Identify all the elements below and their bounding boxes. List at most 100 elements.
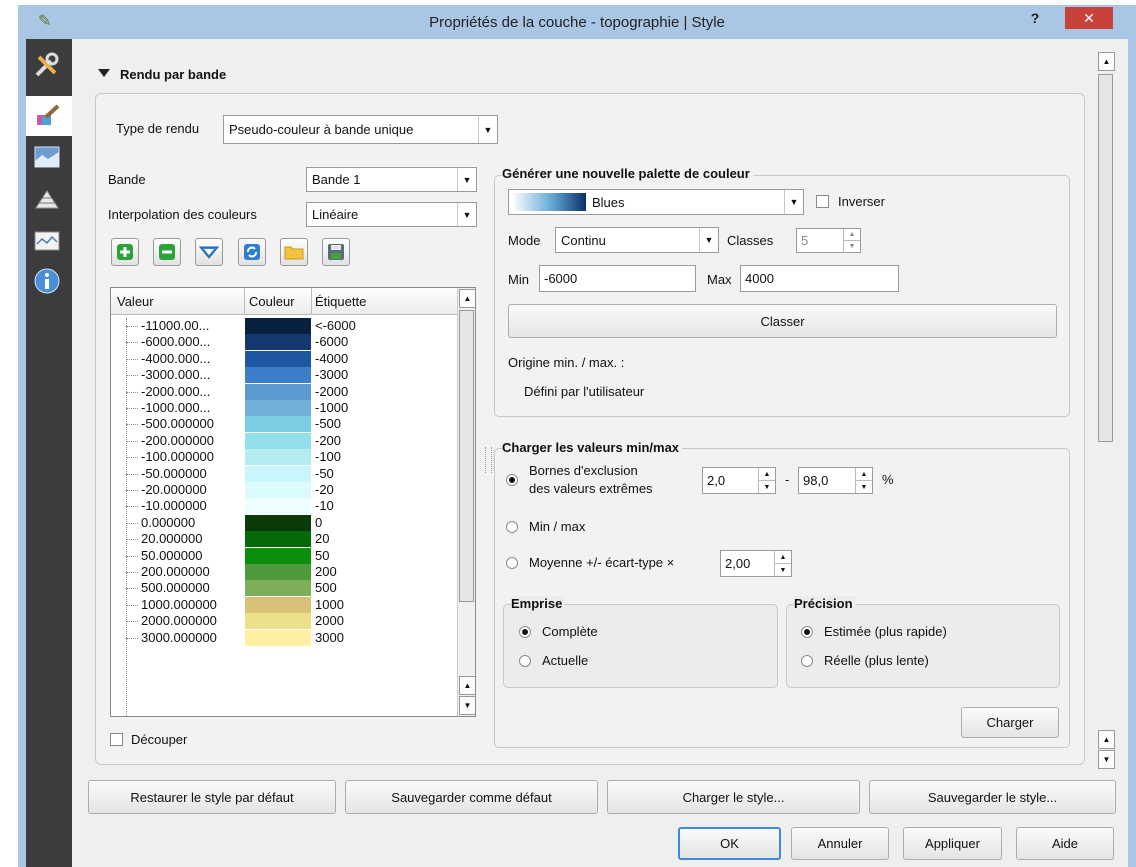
row-color-swatch[interactable] [245,531,311,548]
load-style-button[interactable]: Charger le style... [607,780,860,814]
load-classes-button[interactable] [195,238,223,266]
row-color-swatch[interactable] [245,383,311,400]
row-color-swatch[interactable] [245,400,311,416]
row-color-swatch[interactable] [245,432,311,449]
restore-default-style-button[interactable]: Restaurer le style par défaut [88,780,336,814]
row-color-swatch[interactable] [245,449,311,466]
spin-up-icon[interactable]: ▲ [759,468,775,480]
min-input[interactable]: -6000 [539,265,696,292]
spin-down-icon[interactable]: ▼ [844,240,860,252]
table-row[interactable]: -3000.000... -3000 [111,367,457,384]
accuracy-estimate-radio[interactable] [801,626,813,638]
remove-class-button[interactable] [153,238,181,266]
help-title-button[interactable]: ? [1023,10,1047,30]
spin-down-icon[interactable]: ▼ [856,480,872,493]
scroll-thumb[interactable] [1098,74,1113,442]
save-style-button[interactable]: Sauvegarder le style... [869,780,1116,814]
spin-up-icon[interactable]: ▲ [775,551,791,563]
table-row[interactable]: 0.000000 0 [111,514,457,531]
table-row[interactable]: 2000.000000 2000 [111,613,457,630]
scroll-thumb[interactable] [459,310,474,602]
row-color-swatch[interactable] [245,547,311,564]
table-row[interactable]: 500.000000 500 [111,580,457,597]
column-header-label[interactable]: Étiquette [315,294,366,309]
row-color-swatch[interactable] [245,367,311,384]
row-color-swatch[interactable] [245,482,311,498]
load-minmax-button[interactable]: Charger [961,707,1059,738]
mean-stddev-radio[interactable] [506,557,518,569]
table-row[interactable]: 3000.000000 3000 [111,629,457,646]
table-row[interactable]: -100.000000 -100 [111,449,457,466]
table-row[interactable]: -50.000000 -50 [111,465,457,482]
render-type-select[interactable]: Pseudo-couleur à bande unique ▼ [223,115,498,144]
open-file-button[interactable] [280,238,308,266]
row-color-swatch[interactable] [245,514,311,531]
table-row[interactable]: -6000.000... -6000 [111,334,457,351]
help-button[interactable]: Aide [1016,827,1114,860]
scroll-up-arrow-icon[interactable]: ▲ [459,676,475,695]
save-as-default-button[interactable]: Sauvegarder comme défaut [345,780,598,814]
row-color-swatch[interactable] [245,596,311,613]
row-color-swatch[interactable] [245,498,311,515]
cut-low-spinbox[interactable]: 2,0 ▲ ▼ [702,467,776,494]
row-color-swatch[interactable] [245,334,311,351]
row-color-swatch[interactable] [245,416,311,433]
add-class-button[interactable] [111,238,139,266]
interpolation-select[interactable]: Linéaire ▼ [306,202,477,227]
scroll-up-arrow-icon[interactable]: ▲ [1098,730,1115,749]
main-scrollbar[interactable]: ▲ ▲ ▼ [1096,48,1116,776]
scroll-up-arrow-icon[interactable]: ▲ [459,289,475,308]
row-color-swatch[interactable] [245,613,311,630]
ok-button[interactable]: OK [678,827,781,860]
stddev-spinbox[interactable]: 2,00 ▲ ▼ [720,550,792,577]
table-row[interactable]: -11000.00... <-6000 [111,318,457,334]
row-color-swatch[interactable] [245,350,311,367]
classify-button[interactable]: Classer [508,304,1057,338]
spin-up-icon[interactable]: ▲ [856,468,872,480]
table-row[interactable]: -1000.000... -1000 [111,400,457,416]
row-color-swatch[interactable] [245,580,311,597]
apply-button[interactable]: Appliquer [903,827,1002,860]
table-row[interactable]: 50.000000 50 [111,547,457,564]
extent-current-radio[interactable] [519,655,531,667]
scroll-down-arrow-icon[interactable]: ▼ [459,696,475,715]
table-row[interactable]: 20.000000 20 [111,531,457,548]
scroll-down-arrow-icon[interactable]: ▼ [1098,750,1115,769]
row-color-swatch[interactable] [245,564,311,580]
row-color-swatch[interactable] [245,465,311,482]
band-select[interactable]: Bande 1 ▼ [306,167,477,192]
extent-full-radio[interactable] [519,626,531,638]
accuracy-actual-radio[interactable] [801,655,813,667]
table-scrollbar[interactable]: ▲ ▲ ▼ [457,288,475,716]
table-row[interactable]: -500.000000 -500 [111,416,457,433]
pyramids-icon[interactable] [30,184,64,214]
info-icon[interactable] [30,266,64,296]
refresh-button[interactable] [238,238,266,266]
minmax-radio[interactable] [506,521,518,533]
table-row[interactable]: -10.000000 -10 [111,498,457,515]
cut-radio[interactable] [506,474,518,486]
table-row[interactable]: -2000.000... -2000 [111,383,457,400]
color-ramp-select[interactable]: Blues ▼ [508,189,804,215]
histogram-icon[interactable] [30,226,64,256]
scroll-up-arrow-icon[interactable]: ▲ [1098,52,1115,71]
save-file-button[interactable] [322,238,350,266]
section-collapse-icon[interactable] [98,69,110,77]
spin-down-icon[interactable]: ▼ [775,563,791,576]
column-header-value[interactable]: Valeur [117,294,154,309]
mode-select[interactable]: Continu ▼ [555,227,719,253]
cut-high-spinbox[interactable]: 98,0 ▲ ▼ [798,467,873,494]
clip-checkbox[interactable] [110,733,123,746]
row-color-swatch[interactable] [245,318,311,334]
color-table[interactable]: Valeur Couleur Étiquette -11000.00... <-6… [110,287,476,717]
max-input[interactable]: 4000 [740,265,899,292]
table-row[interactable]: 1000.000000 1000 [111,596,457,613]
table-row[interactable]: -20.000000 -20 [111,482,457,498]
spin-down-icon[interactable]: ▼ [759,480,775,493]
table-row[interactable]: -200.000000 -200 [111,432,457,449]
table-row[interactable]: -4000.000... -4000 [111,350,457,367]
classes-spinbox[interactable]: 5 ▲ ▼ [796,228,861,253]
row-color-swatch[interactable] [245,629,311,646]
invert-checkbox[interactable] [816,195,829,208]
transparency-icon[interactable] [30,142,64,172]
